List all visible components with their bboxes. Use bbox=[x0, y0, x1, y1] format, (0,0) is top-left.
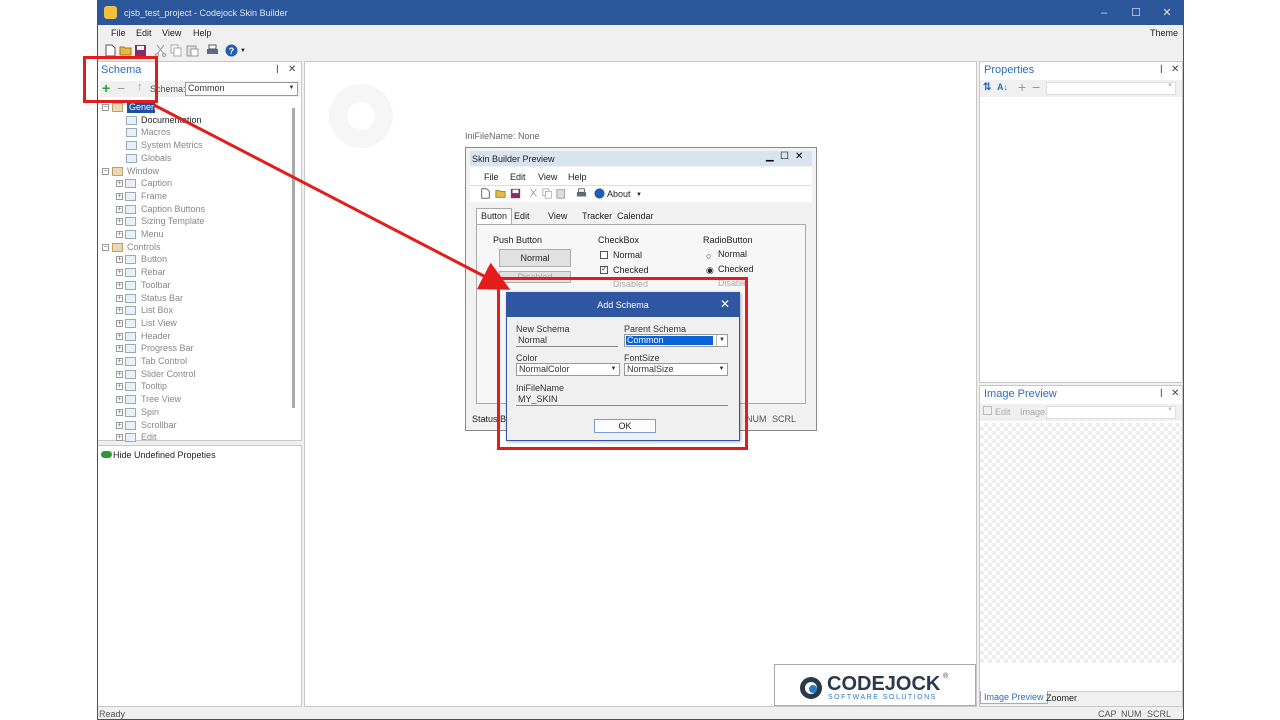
annotation-arrow bbox=[153, 103, 511, 290]
